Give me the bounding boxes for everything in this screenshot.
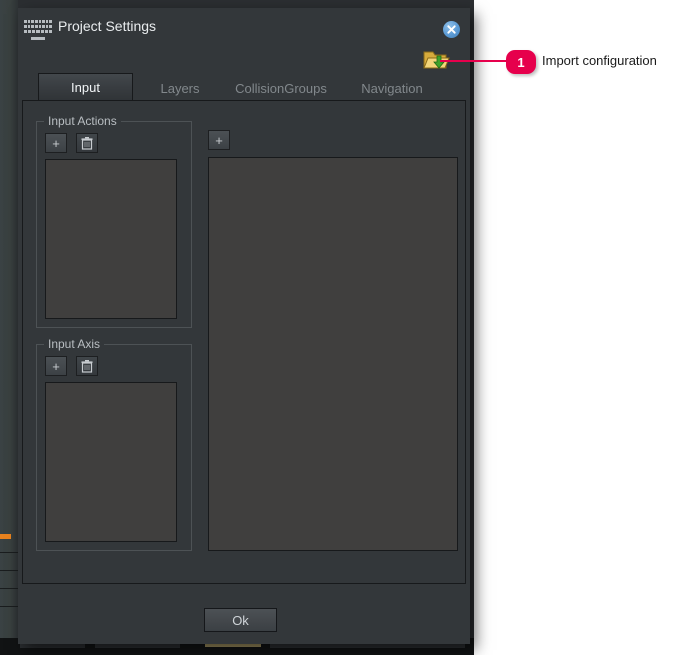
input-actions-title: Input Actions [44, 114, 121, 128]
input-tab-panel: Input Actions + Input Axis + + [22, 100, 466, 584]
input-actions-list[interactable] [45, 159, 177, 319]
callout-badge: 1 [506, 50, 536, 74]
tab-input[interactable]: Input [38, 73, 133, 102]
trash-icon [81, 359, 93, 373]
callout-leader-line [440, 60, 508, 62]
dialog-title: Project Settings [58, 18, 157, 34]
tabstrip: Input Layers CollisionGroups Navigation [22, 71, 466, 102]
project-settings-dialog: Project Settings Input Layers CollisionG… [18, 8, 470, 644]
input-actions-add-button[interactable]: + [45, 133, 67, 153]
bindings-add-button[interactable]: + [208, 130, 230, 150]
keyboard-icon [24, 20, 52, 40]
input-actions-group: Input Actions + [36, 114, 192, 328]
input-axis-delete-button[interactable] [76, 356, 98, 376]
bindings-list[interactable] [208, 157, 458, 551]
tab-layers[interactable]: Layers [140, 76, 220, 102]
trash-icon [81, 136, 93, 150]
callout-label: Import configuration [542, 53, 657, 68]
input-axis-list[interactable] [45, 382, 177, 542]
rail-tick [0, 570, 18, 571]
input-axis-add-button[interactable]: + [45, 356, 67, 376]
input-actions-delete-button[interactable] [76, 133, 98, 153]
orange-marker [0, 534, 11, 539]
rail-tick [0, 606, 18, 607]
input-axis-title: Input Axis [44, 337, 105, 351]
dialog-titlebar[interactable]: Project Settings [18, 8, 470, 50]
input-axis-group: Input Axis + [36, 337, 192, 551]
close-icon[interactable] [443, 21, 460, 38]
tab-collisiongroups[interactable]: CollisionGroups [222, 76, 340, 102]
tab-navigation[interactable]: Navigation [340, 76, 444, 102]
rail-tick [0, 588, 18, 589]
ok-button[interactable]: Ok [204, 608, 277, 632]
editor-left-rail [0, 0, 18, 655]
rail-tick [0, 552, 18, 553]
